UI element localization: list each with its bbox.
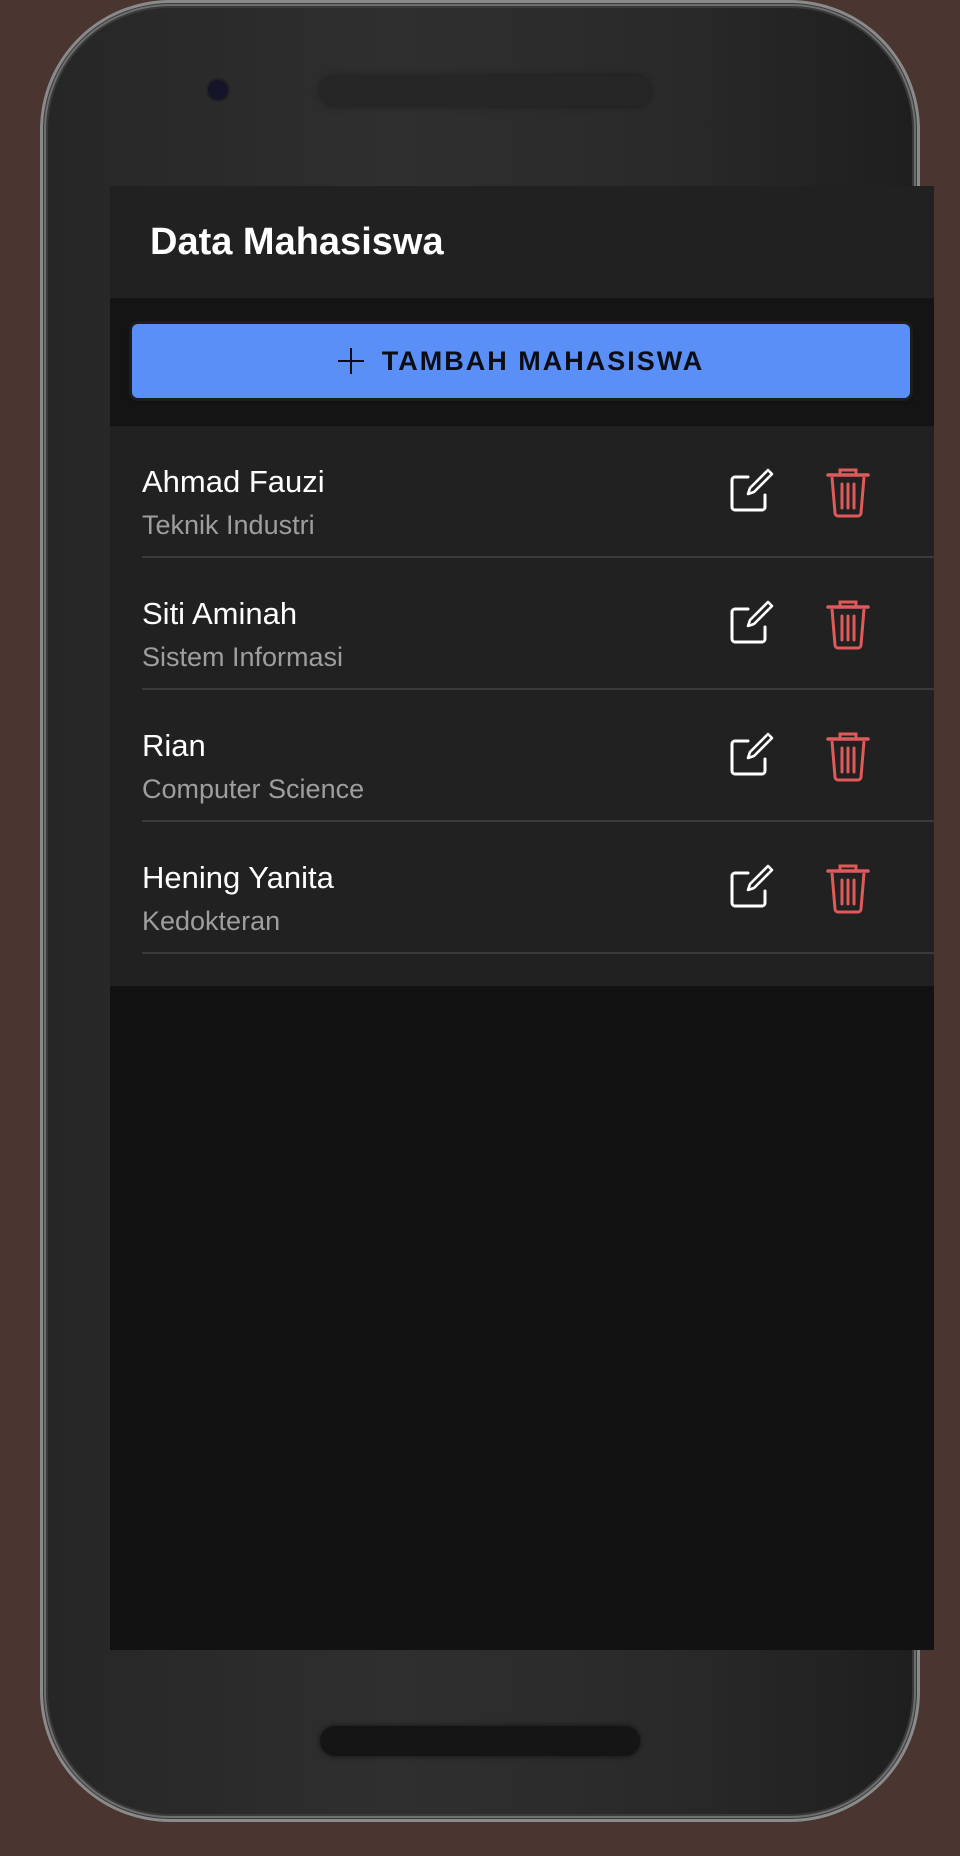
delete-button[interactable]: [820, 860, 876, 916]
trash-icon: [826, 732, 870, 782]
edit-icon: [730, 732, 774, 776]
phone-frame: Data Mahasiswa TAMBAH MAHASISWA Ahmad Fa…: [40, 0, 934, 1822]
edit-icon: [730, 864, 774, 908]
student-list: Ahmad Fauzi Teknik Industri Siti Aminah …: [110, 426, 934, 986]
student-major: Teknik Industri: [142, 510, 315, 540]
trash-icon: [826, 600, 870, 650]
edit-icon: [730, 600, 774, 644]
student-major: Kedokteran: [142, 906, 281, 936]
trash-icon: [826, 468, 870, 518]
plus-icon: [337, 348, 364, 374]
student-name: Rian: [142, 728, 206, 763]
trash-icon: [826, 864, 870, 914]
list-item[interactable]: Ahmad Fauzi Teknik Industri: [142, 426, 934, 558]
student-major: Computer Science: [142, 774, 365, 804]
page-title: Data Mahasiswa: [150, 220, 444, 263]
student-name: Hening Yanita: [142, 860, 334, 895]
edit-icon: [730, 468, 774, 512]
edit-button[interactable]: [722, 596, 778, 652]
app-screen: Data Mahasiswa TAMBAH MAHASISWA Ahmad Fa…: [110, 186, 934, 1650]
student-major: Sistem Informasi: [142, 642, 344, 672]
delete-button[interactable]: [820, 728, 876, 784]
edit-button[interactable]: [722, 728, 778, 784]
earpiece-speaker: [320, 76, 650, 106]
bottom-speaker: [320, 1726, 640, 1756]
list-item[interactable]: Hening Yanita Kedokteran: [142, 822, 934, 954]
front-camera-icon: [208, 80, 228, 100]
edit-button[interactable]: [722, 464, 778, 520]
list-item[interactable]: Siti Aminah Sistem Informasi: [142, 558, 934, 690]
add-student-label: TAMBAH MAHASISWA: [381, 345, 705, 376]
delete-button[interactable]: [820, 464, 876, 520]
delete-button[interactable]: [820, 596, 876, 652]
student-name: Siti Aminah: [142, 596, 298, 631]
add-student-button[interactable]: TAMBAH MAHASISWA: [132, 324, 910, 398]
edit-button[interactable]: [722, 860, 778, 916]
app-bar: Data Mahasiswa: [110, 186, 934, 298]
add-button-container: TAMBAH MAHASISWA: [110, 298, 934, 426]
student-name: Ahmad Fauzi: [142, 464, 325, 499]
list-item[interactable]: Rian Computer Science: [142, 690, 934, 822]
